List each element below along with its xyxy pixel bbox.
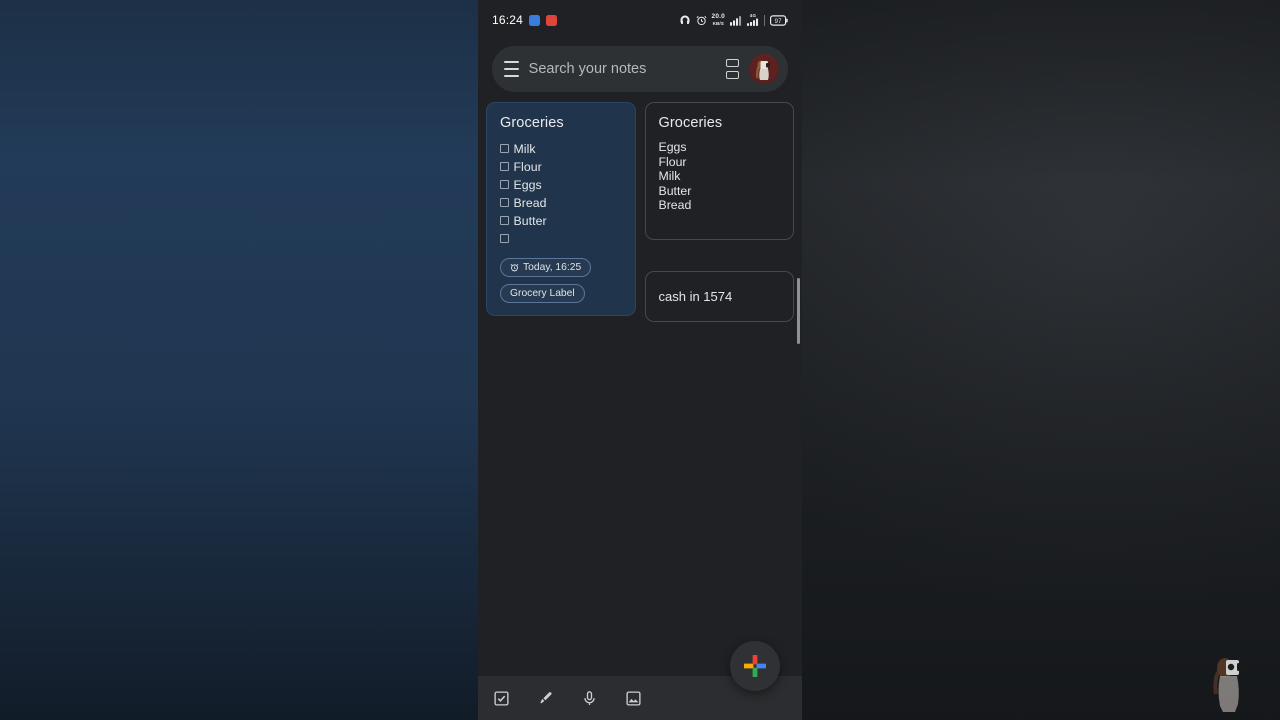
checklist-item[interactable]: Eggs xyxy=(500,176,623,193)
status-bar: 16:24 20.0 KB/S xyxy=(478,0,802,40)
new-checklist-icon[interactable] xyxy=(492,689,510,707)
new-drawing-icon[interactable] xyxy=(536,689,554,707)
reminder-chip-label: Today, 16:25 xyxy=(523,262,581,273)
notes-column-right: Groceries Eggs Flour Milk Butter Bread c… xyxy=(645,102,795,322)
search-bar[interactable] xyxy=(492,46,788,92)
status-bar-divider xyxy=(764,15,765,26)
checklist-item-label: Milk xyxy=(514,142,536,156)
google-plus-icon xyxy=(742,653,768,679)
note-text-line: Milk xyxy=(659,169,782,184)
note-body-text: cash in 1574 xyxy=(659,289,781,304)
desktop-wallpaper-left-shading xyxy=(0,0,480,720)
note-chips: Today, 16:25 Grocery Label xyxy=(500,258,623,303)
list-view-toggle-icon[interactable] xyxy=(726,59,739,79)
desktop-wallpaper-right-shading xyxy=(800,0,1280,720)
account-avatar[interactable] xyxy=(749,54,779,84)
note-text-line: Butter xyxy=(659,184,782,199)
reminder-chip[interactable]: Today, 16:25 xyxy=(500,258,591,277)
checklist-item-label: Flour xyxy=(514,160,542,174)
new-image-note-icon[interactable] xyxy=(624,689,642,707)
checklist-item-label: Butter xyxy=(514,214,547,228)
new-voice-note-icon[interactable] xyxy=(580,689,598,707)
signal-bars-icon-2: 4G xyxy=(747,14,759,27)
notes-grid: Groceries Milk Flour Eggs xyxy=(478,92,802,322)
signal-bars-icon xyxy=(730,15,742,26)
checklist-item-label: Bread xyxy=(514,196,547,210)
note-groceries-text[interactable]: Groceries Eggs Flour Milk Butter Bread xyxy=(645,102,795,240)
note-cash[interactable]: cash in 1574 xyxy=(645,271,795,322)
checkbox-icon[interactable] xyxy=(500,144,509,153)
notification-icon-red xyxy=(546,15,557,26)
search-input[interactable] xyxy=(529,61,716,77)
checklist-item-empty[interactable] xyxy=(500,230,623,247)
notification-icon-blue xyxy=(529,15,540,26)
watermark-figure xyxy=(1212,652,1246,714)
note-title: Groceries xyxy=(500,115,623,131)
checklist-item-label: Eggs xyxy=(514,178,542,192)
checklist-item[interactable]: Butter xyxy=(500,212,623,229)
checkbox-icon[interactable] xyxy=(500,198,509,207)
network-speed-indicator: 20.0 KB/S xyxy=(712,14,725,26)
checkbox-icon[interactable] xyxy=(500,216,509,225)
alarm-clock-icon xyxy=(510,263,519,272)
note-text-line: Eggs xyxy=(659,140,782,155)
hamburger-menu-icon[interactable] xyxy=(504,61,519,77)
note-text-line: Flour xyxy=(659,155,782,170)
phone-viewport: 16:24 20.0 KB/S xyxy=(478,0,802,720)
checklist-item[interactable]: Bread xyxy=(500,194,623,211)
alarm-icon xyxy=(696,15,707,26)
notes-scrollbar[interactable] xyxy=(797,278,800,344)
new-note-fab[interactable] xyxy=(730,641,780,691)
status-bar-clock: 16:24 xyxy=(492,13,523,27)
checkbox-icon[interactable] xyxy=(500,180,509,189)
checklist-item[interactable]: Milk xyxy=(500,140,623,157)
note-groceries-checklist[interactable]: Groceries Milk Flour Eggs xyxy=(486,102,636,316)
svg-text:97: 97 xyxy=(775,18,782,24)
battery-icon: 97 xyxy=(770,15,788,26)
checkbox-icon[interactable] xyxy=(500,234,509,243)
label-chip[interactable]: Grocery Label xyxy=(500,284,585,303)
note-title: Groceries xyxy=(659,115,782,131)
checkbox-icon[interactable] xyxy=(500,162,509,171)
checklist-item[interactable]: Flour xyxy=(500,158,623,175)
notes-column-left: Groceries Milk Flour Eggs xyxy=(486,102,636,316)
vpn-icon xyxy=(679,14,691,26)
note-text-lines: Eggs Flour Milk Butter Bread xyxy=(659,140,782,213)
label-chip-label: Grocery Label xyxy=(510,288,575,299)
note-text-line: Bread xyxy=(659,198,782,213)
note-checklist: Milk Flour Eggs Bread xyxy=(500,140,623,247)
